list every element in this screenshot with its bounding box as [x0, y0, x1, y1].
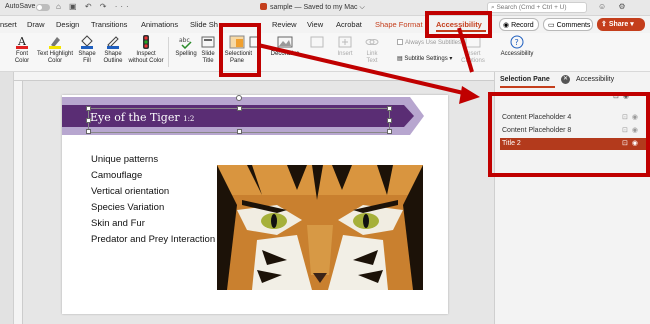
- tab-transitions[interactable]: Transitions: [91, 20, 127, 29]
- pen-outline-icon: [107, 36, 119, 49]
- shape-outline-button[interactable]: Shape Outline: [100, 35, 126, 65]
- insert-captions-button[interactable]: Insert Captions: [460, 35, 486, 65]
- always-use-subtitles-checkbox[interactable]: Always Use Subtitles: [397, 39, 461, 46]
- decorative-icon: [277, 36, 293, 48]
- tab-acrobat[interactable]: Acrobat: [336, 20, 362, 29]
- list-item: Unique patterns: [91, 154, 159, 165]
- annotation-box-accessibility-tab: [425, 11, 492, 38]
- annotation-box-selection-pane: [488, 92, 650, 177]
- subtitles-icon: ▤: [397, 56, 403, 62]
- ribbon: A Font Color Text Highlight Color Shape …: [0, 33, 650, 72]
- tab-insert[interactable]: nsert: [0, 20, 17, 29]
- list-item: Camouflage: [91, 170, 143, 181]
- resize-handle[interactable]: [387, 129, 392, 134]
- mark-decorative-button[interactable]: Decorative: [268, 35, 302, 58]
- title-bar: AutoSave ⌂ ▣ ↶ ↷ ··· sample — Saved to m…: [0, 0, 650, 16]
- comment-icon: ▭: [548, 22, 555, 29]
- slide-thumbnail-strip[interactable]: [0, 72, 14, 324]
- inspect-without-color-button[interactable]: Inspect without Color: [127, 35, 165, 65]
- tab-shape-format[interactable]: Shape Format: [375, 20, 423, 29]
- slide[interactable]: Eye of the Tiger 1:2 Unique patterns Cam…: [62, 95, 448, 314]
- text-highlight-button[interactable]: Text Highlight Color: [34, 35, 76, 65]
- tab-slide-show[interactable]: Slide Sh: [190, 20, 218, 29]
- powerpoint-icon: [260, 3, 267, 10]
- tab-animations[interactable]: Animations: [141, 20, 178, 29]
- link-icon: [365, 39, 379, 45]
- slide-title[interactable]: Eye of the Tiger 1:2: [90, 111, 194, 124]
- paint-bucket-icon: [81, 35, 93, 49]
- list-item: Predator and Prey Interaction: [91, 234, 216, 245]
- share-icon: ⇪: [601, 21, 607, 28]
- list-item: Species Variation: [91, 202, 165, 213]
- tab-review[interactable]: Review: [272, 20, 297, 29]
- tab-view[interactable]: View: [307, 20, 323, 29]
- tab-selection-pane[interactable]: Selection Pane: [500, 76, 550, 83]
- spelling-button[interactable]: abc Spelling: [172, 35, 200, 58]
- tab-accessibility-pane[interactable]: Accessibility: [576, 76, 614, 83]
- close-icon[interactable]: ✕: [561, 75, 570, 84]
- search-icon: ⌕: [491, 4, 495, 11]
- resize-handle[interactable]: [387, 106, 392, 111]
- record-icon: ◉: [503, 22, 510, 29]
- bullet-list[interactable]: Unique patterns Camouflage Vertical orie…: [91, 152, 215, 248]
- list-item: Skin and Fur: [91, 218, 145, 229]
- svg-text:?: ?: [515, 38, 519, 47]
- font-color-button[interactable]: A Font Color: [8, 35, 36, 65]
- resize-handle[interactable]: [237, 106, 242, 111]
- accessibility-button[interactable]: ? Accessibility: [497, 35, 537, 58]
- ribbon-separator: [168, 37, 169, 67]
- svg-text:abc: abc: [179, 37, 190, 44]
- title-banner-arrow: [388, 97, 424, 135]
- pane-tabs: Selection Pane ✕ Accessibility: [495, 72, 650, 88]
- account-icons[interactable]: ☺ ⚙: [598, 2, 631, 11]
- tab-design[interactable]: Design: [56, 20, 79, 29]
- document-title: sample — Saved to my Mac ⌵: [260, 3, 365, 12]
- annotation-box-selection-pane-button: [219, 23, 261, 77]
- font-color-icon: A: [16, 35, 28, 49]
- tab-draw[interactable]: Draw: [27, 20, 45, 29]
- slide-title-icon: [201, 36, 215, 48]
- autosave-toggle[interactable]: [36, 4, 50, 11]
- arrange-icon: [310, 36, 324, 48]
- subtitle-settings-dropdown[interactable]: ▤ Subtitle Settings ▾: [397, 55, 452, 62]
- slide-title-button[interactable]: Slide Title: [199, 35, 217, 65]
- list-item: Vertical orientation: [91, 186, 170, 197]
- link-text-button[interactable]: Link Text: [360, 35, 384, 65]
- accessibility-help-icon: ?: [510, 35, 524, 49]
- arrange-button[interactable]: [304, 35, 330, 58]
- rotate-handle[interactable]: [236, 95, 242, 101]
- spellcheck-icon: abc: [179, 37, 192, 49]
- search-input[interactable]: ⌕ Search (Cmd + Ctrl + U): [487, 2, 587, 13]
- insert-icon: [338, 36, 352, 48]
- autosave-label: AutoSave: [5, 3, 36, 10]
- traffic-light-icon: [143, 35, 149, 49]
- vertical-ruler: [14, 81, 23, 324]
- resize-handle[interactable]: [387, 118, 392, 123]
- pane-tab-indicator: [500, 86, 555, 88]
- checkbox-icon: [397, 39, 403, 45]
- resize-handle[interactable]: [86, 129, 91, 134]
- highlighter-icon: [49, 37, 61, 49]
- tiger-image[interactable]: [217, 165, 423, 290]
- quick-access-icons[interactable]: ⌂ ▣ ↶ ↷ ···: [56, 2, 132, 11]
- insert-button[interactable]: Insert: [330, 35, 360, 58]
- record-button[interactable]: ◉ Record: [499, 18, 539, 31]
- share-button[interactable]: ⇪ Share ▾: [597, 18, 645, 31]
- shape-fill-button[interactable]: Shape Fill: [75, 35, 99, 65]
- resize-handle[interactable]: [237, 129, 242, 134]
- comments-button[interactable]: ▭ Comments: [543, 18, 593, 31]
